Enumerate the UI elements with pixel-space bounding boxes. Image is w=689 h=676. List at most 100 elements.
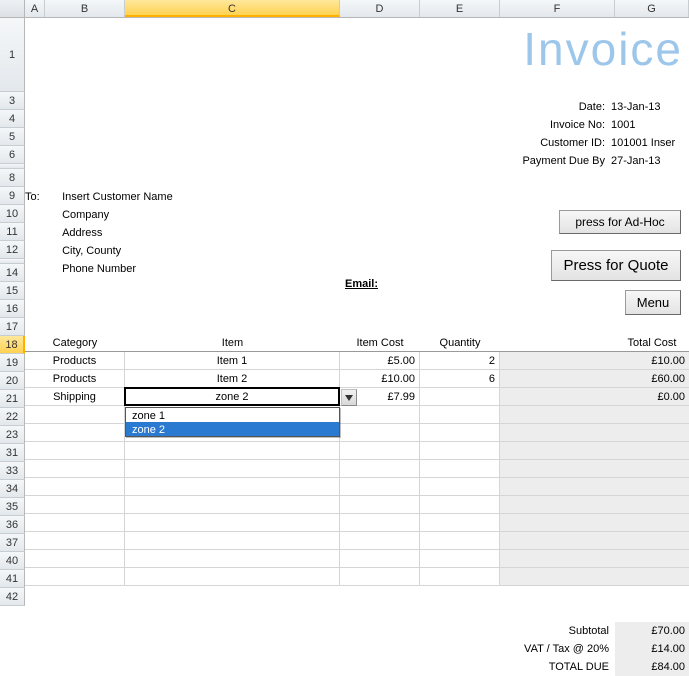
meta-date-value: 13-Jan-13 (611, 98, 683, 116)
col-header-e[interactable]: E (420, 0, 500, 17)
vat-value: £14.00 (615, 640, 689, 658)
to-line: Company (62, 206, 173, 224)
table-header-row: Category Item Item Cost Quantity Total C… (25, 334, 689, 352)
cell-category[interactable]: Products (25, 352, 125, 370)
cell-spacer (500, 352, 615, 370)
row-header[interactable]: 16 (0, 300, 25, 318)
row-header[interactable]: 36 (0, 516, 25, 534)
email-label: Email: (345, 278, 378, 290)
cell-item[interactable]: Item 1 (125, 352, 340, 370)
meta-date-label: Date: (579, 98, 605, 116)
row-header[interactable]: 31 (0, 444, 25, 462)
row-header[interactable]: 18 (0, 336, 25, 354)
table-row[interactable]: Products Item 2 £10.00 6 £60.00 (25, 370, 689, 388)
quote-button[interactable]: Press for Quote (551, 250, 681, 281)
col-header-c[interactable]: C (125, 0, 340, 17)
th-quantity: Quantity (420, 334, 500, 352)
table-row[interactable] (25, 442, 689, 460)
cell-spacer (500, 370, 615, 388)
table-row[interactable] (25, 568, 689, 586)
cell-cost[interactable]: £10.00 (340, 370, 420, 388)
table-row[interactable]: Products Item 1 £5.00 2 £10.00 (25, 352, 689, 370)
th-spacer (500, 334, 615, 352)
to-line: Address (62, 224, 173, 242)
row-header[interactable]: 15 (0, 282, 25, 300)
row-header[interactable]: 10 (0, 205, 25, 223)
col-header-d[interactable]: D (340, 0, 420, 17)
table-row[interactable] (25, 496, 689, 514)
th-category: Category (25, 334, 125, 352)
adhoc-button[interactable]: press for Ad-Hoc (559, 210, 681, 234)
to-label: To: (25, 188, 45, 206)
row-header[interactable]: 8 (0, 169, 25, 187)
row-header[interactable]: 19 (0, 354, 25, 372)
row-header[interactable]: 21 (0, 390, 25, 408)
row-header[interactable]: 34 (0, 480, 25, 498)
meta-due-value: 27-Jan-13 (611, 152, 683, 170)
table-row[interactable] (25, 460, 689, 478)
column-headers: A B C D E F G (0, 0, 689, 18)
dropdown-option[interactable]: zone 1 (126, 408, 339, 422)
dropdown-list[interactable]: zone 1 zone 2 (125, 407, 340, 437)
to-line: Phone Number (62, 260, 173, 278)
cell-category[interactable]: Shipping (25, 388, 125, 406)
cell-qty[interactable]: 6 (420, 370, 500, 388)
table-row[interactable] (25, 532, 689, 550)
row-header[interactable]: 11 (0, 223, 25, 241)
table-row[interactable]: Shipping zone 2 £7.99 £0.00 (25, 388, 689, 406)
table-row[interactable] (25, 550, 689, 568)
col-header-a[interactable]: A (25, 0, 45, 17)
meta-due-label: Payment Due By (522, 152, 605, 170)
cell-item[interactable]: Item 2 (125, 370, 340, 388)
subtotal-label: Subtotal (500, 622, 615, 640)
spreadsheet: A B C D E F G 1 3 4 5 6 8 9 10 11 12 14 … (0, 0, 689, 18)
row-header[interactable]: 4 (0, 110, 25, 128)
row-header[interactable]: 33 (0, 462, 25, 480)
cell-cost[interactable]: £5.00 (340, 352, 420, 370)
row-header[interactable]: 6 (0, 146, 25, 164)
row-header[interactable]: 14 (0, 264, 25, 282)
col-header-b[interactable]: B (45, 0, 125, 17)
row-header[interactable]: 22 (0, 408, 25, 426)
subtotal-value: £70.00 (615, 622, 689, 640)
vat-label: VAT / Tax @ 20% (500, 640, 615, 658)
row-header[interactable]: 12 (0, 241, 25, 259)
th-total-cost: Total Cost (615, 334, 689, 352)
row-header[interactable]: 41 (0, 570, 25, 588)
dropdown-button[interactable] (341, 389, 357, 406)
row-header[interactable]: 9 (0, 187, 25, 205)
cell-qty[interactable]: 2 (420, 352, 500, 370)
totaldue-label: TOTAL DUE (500, 658, 615, 676)
cell-qty[interactable] (420, 388, 500, 406)
row-headers: 1 3 4 5 6 8 9 10 11 12 14 15 16 17 18 19… (0, 18, 25, 606)
row-header[interactable]: 37 (0, 534, 25, 552)
row-header[interactable]: 1 (0, 18, 25, 92)
to-block: To: Insert Customer Name Company Address… (25, 188, 173, 278)
row-header[interactable]: 17 (0, 318, 25, 336)
th-item-cost: Item Cost (340, 334, 420, 352)
meta-invno-value: 1001 (611, 116, 683, 134)
col-header-f[interactable]: F (500, 0, 615, 17)
select-all-corner[interactable] (0, 0, 25, 17)
cell-total: £10.00 (615, 352, 689, 370)
col-header-g[interactable]: G (615, 0, 689, 17)
to-line: Insert Customer Name (62, 188, 173, 206)
table-row[interactable] (25, 514, 689, 532)
cell-total: £0.00 (615, 388, 689, 406)
cell-category[interactable]: Products (25, 370, 125, 388)
row-header[interactable]: 20 (0, 372, 25, 390)
row-header[interactable]: 3 (0, 92, 25, 110)
row-header[interactable]: 23 (0, 426, 25, 444)
cell-item-active[interactable]: zone 2 (125, 388, 340, 406)
cell-spacer (500, 388, 615, 406)
meta-invno-label: Invoice No: (550, 116, 605, 134)
th-item: Item (125, 334, 340, 352)
invoice-meta: Date:13-Jan-13 Invoice No:1001 Customer … (522, 98, 683, 170)
row-header[interactable]: 35 (0, 498, 25, 516)
table-row[interactable] (25, 478, 689, 496)
row-header[interactable]: 5 (0, 128, 25, 146)
dropdown-option[interactable]: zone 2 (126, 422, 339, 436)
row-header[interactable]: 42 (0, 588, 25, 606)
row-header[interactable]: 40 (0, 552, 25, 570)
menu-button[interactable]: Menu (625, 290, 681, 315)
